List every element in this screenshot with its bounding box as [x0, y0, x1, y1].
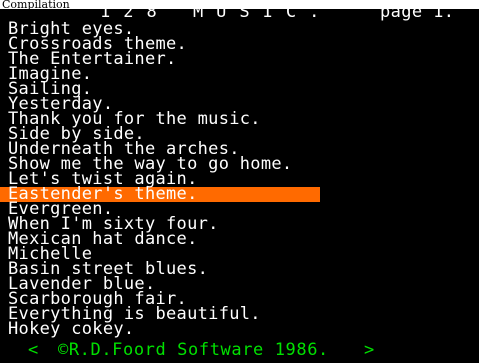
song-item[interactable]: Hokey cokey. — [0, 321, 479, 338]
song-list: Bright eyes. Crossroads theme. The Enter… — [0, 21, 479, 338]
previous-page-arrow[interactable]: < — [28, 340, 38, 360]
page-indicator: page 1. — [380, 9, 455, 22]
menu-title: 128 MUSIC. — [100, 9, 333, 22]
copyright-notice: ©R.D.Foord Software 1986. — [58, 340, 329, 360]
footer-bar: < ©R.D.Foord Software 1986. > — [0, 340, 479, 360]
music-menu-screen: 128 MUSIC. page 1. Bright eyes. Crossroa… — [0, 9, 479, 363]
next-page-arrow[interactable]: > — [364, 340, 374, 360]
caption-label: Compilation — [2, 0, 70, 9]
